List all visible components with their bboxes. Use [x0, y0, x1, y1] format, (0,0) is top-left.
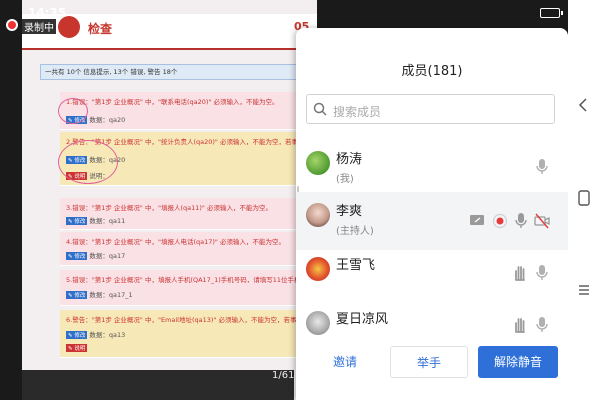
bottom-bar: 邀请 举手 解除静音 [296, 342, 568, 382]
list-item: 5.错误："第1步 企业概况" 中，填报人手机(QA17_1)手机号码，请填写1… [60, 270, 317, 306]
unmute-all-button[interactable]: 解除静音 [478, 346, 558, 378]
member-row[interactable]: 王雪飞 [296, 246, 568, 304]
shared-screen: 检查 05 一共有 10个 信息提示, 13个 错误, 警告 18个 1.错误：… [22, 0, 317, 400]
item-data: 数据：qa17 [89, 252, 126, 260]
search-placeholder: 搜索成员 [333, 105, 382, 119]
item-data: 数据：qa20 [89, 116, 126, 124]
member-role: (我) [336, 174, 354, 185]
status-time: 14:35 [28, 6, 67, 20]
avatar [306, 151, 330, 175]
edit-button[interactable]: ✎ 修改 [66, 252, 88, 260]
edit-button[interactable]: ✎ 修改 [66, 331, 88, 339]
summary-tip: 一共有 10个 信息提示, 13个 错误, 警告 18个 [40, 64, 310, 80]
item-data: 数据：qa17_1 [89, 291, 133, 299]
back-chevron-icon[interactable] [578, 98, 588, 112]
avatar [306, 203, 330, 227]
status-bar: 14:35 [0, 0, 600, 24]
member-row[interactable]: 杨涛 (我) [296, 140, 568, 198]
battery-icon [540, 8, 563, 18]
annotation-circle [58, 98, 88, 124]
list-item: 6.警告："第1步 企业概况" 中，"Email地址(qa13)" 必须输入，不… [60, 310, 317, 358]
item-message: 4.错误："第1步 企业概况" 中，"填报人电话(qa17)" 必须输入，不能为… [66, 238, 285, 246]
list-item: 1.错误："第1步 企业概况" 中，"联系电话(qa20)" 必须输入，不能为空… [60, 92, 317, 130]
list-item: 3.错误："第1步 企业概况" 中，"填报人(qa11)" 必须输入，不能为空。… [60, 198, 317, 230]
microphone-icon[interactable] [534, 264, 550, 282]
microphone-icon[interactable] [534, 158, 550, 176]
raise-hand-button[interactable]: 举手 [390, 346, 468, 378]
search-input[interactable]: 搜索成员 [306, 94, 555, 124]
invite-button[interactable]: 邀请 [306, 346, 384, 378]
list-item: 4.错误："第1步 企业概况" 中，"填报人电话(qa17)" 必须输入，不能为… [60, 232, 317, 266]
member-name: 杨涛 [336, 152, 363, 167]
menu-icon[interactable] [578, 284, 590, 296]
panel-title: 成员(181) [401, 64, 463, 79]
annotation-circle [58, 140, 118, 184]
avatar [306, 311, 330, 335]
item-data: 数据：qa11 [89, 217, 126, 225]
system-nav-bar [568, 0, 600, 400]
member-role: (主持人) [336, 226, 374, 237]
members-panel: 成员(181) 搜索成员 杨涛 (我) 李爽 (主持人) 王雪飞 夏日凉风 邀请… [296, 28, 568, 400]
microphone-icon[interactable] [513, 212, 529, 230]
camera-off-icon[interactable] [534, 212, 550, 230]
home-icon[interactable] [578, 190, 590, 206]
edit-button[interactable]: ✎ 修改 [66, 217, 88, 225]
page-counter: 1/61 [272, 370, 295, 381]
member-name: 夏日凉风 [336, 312, 389, 327]
taskbar [22, 370, 294, 400]
item-message: 6.警告："第1步 企业概况" 中，"Email地址(qa13)" 必须输入，不… [66, 316, 317, 324]
edit-button[interactable]: ✎ 修改 [66, 291, 88, 299]
item-message: 3.错误："第1步 企业概况" 中，"填报人(qa11)" 必须输入，不能为空。 [66, 204, 272, 212]
raise-hand-icon[interactable] [512, 264, 528, 282]
item-message: 1.错误："第1步 企业概况" 中，"联系电话(qa20)" 必须输入，不能为空… [66, 98, 279, 106]
member-name: 王雪飞 [336, 258, 376, 273]
record-icon[interactable] [492, 212, 508, 230]
microphone-icon[interactable] [534, 316, 550, 334]
search-icon [313, 102, 327, 116]
explain-button[interactable]: ✎ 说明 [66, 344, 88, 352]
avatar [306, 257, 330, 281]
screen-share-icon[interactable] [469, 212, 485, 230]
raise-hand-icon[interactable] [512, 316, 528, 334]
item-data: 数据：qa13 [89, 331, 126, 339]
member-name: 李爽 [336, 204, 363, 219]
member-row[interactable]: 李爽 (主持人) [296, 192, 568, 250]
item-message: 5.错误："第1步 企业概况" 中，填报人手机(QA17_1)手机号码，请填写1… [66, 276, 317, 284]
